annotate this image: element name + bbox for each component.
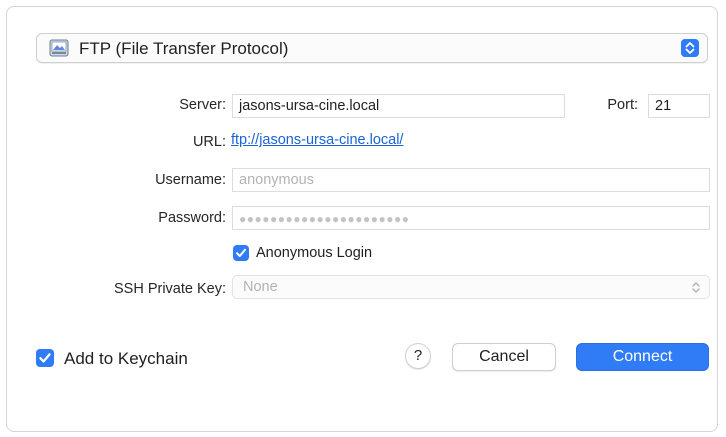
ssh-key-label: SSH Private Key: xyxy=(113,281,226,297)
username-field[interactable]: anonymous xyxy=(232,168,710,192)
anonymous-login-checkbox[interactable] xyxy=(233,245,249,261)
add-to-keychain-checkbox[interactable] xyxy=(36,349,54,367)
help-button[interactable]: ? xyxy=(405,343,431,369)
cancel-button[interactable]: Cancel xyxy=(452,343,556,371)
password-field[interactable]: ●●●●●●●●●●●●●●●●●●●●●● xyxy=(232,206,710,230)
checkmark-icon xyxy=(236,248,246,257)
connect-button[interactable]: Connect xyxy=(576,343,709,371)
up-down-chevron-icon[interactable] xyxy=(681,39,699,57)
username-label: Username: xyxy=(155,172,226,188)
ssh-key-select[interactable]: None xyxy=(232,275,710,299)
password-label: Password: xyxy=(158,210,226,226)
server-input[interactable]: jasons-ursa-cine.local xyxy=(232,94,565,118)
protocol-select[interactable]: FTP (File Transfer Protocol) xyxy=(36,33,708,63)
url-link[interactable]: ftp://jasons-ursa-cine.local/ xyxy=(231,132,403,148)
server-label: Server: xyxy=(179,97,226,113)
port-label: Port: xyxy=(607,97,638,113)
add-to-keychain-label: Add to Keychain xyxy=(64,349,188,368)
url-label: URL: xyxy=(192,134,226,150)
anonymous-login-label: Anonymous Login xyxy=(256,245,373,261)
ssh-key-select-value: None xyxy=(243,279,278,295)
checkmark-icon xyxy=(39,353,51,363)
port-input[interactable]: 21 xyxy=(648,94,710,118)
drive-icon xyxy=(49,39,69,57)
protocol-select-value: FTP (File Transfer Protocol) xyxy=(79,39,289,58)
up-down-chevron-icon xyxy=(691,281,701,299)
